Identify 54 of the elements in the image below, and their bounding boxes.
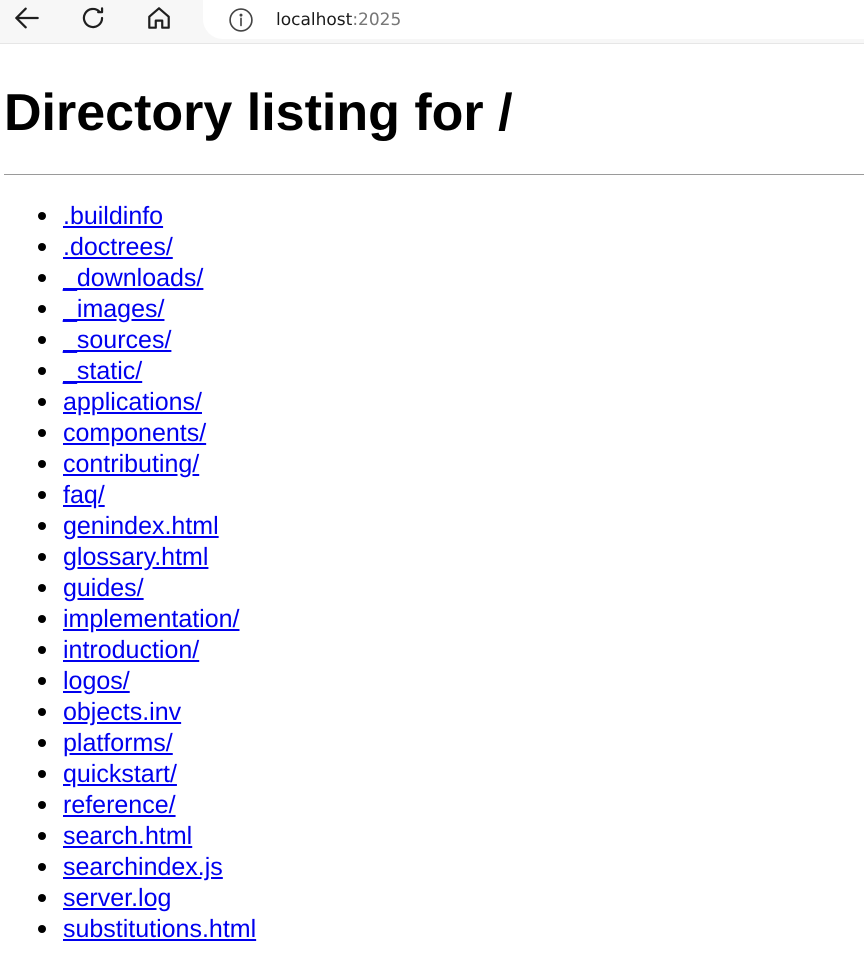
bullet-icon [38, 646, 46, 654]
bullet-icon [38, 584, 46, 592]
file-link[interactable]: faq/ [63, 480, 105, 510]
address-bar[interactable]: localhost:2025 [203, 0, 864, 39]
bullet-icon [38, 490, 46, 498]
bullet-icon [38, 894, 46, 902]
file-link[interactable]: introduction/ [63, 634, 200, 664]
file-link[interactable]: _images/ [63, 294, 164, 324]
file-link[interactable]: applications/ [63, 386, 202, 416]
bullet-icon [38, 428, 46, 436]
bullet-icon [38, 274, 46, 282]
file-link[interactable]: substitutions.html [63, 914, 256, 944]
bullet-icon [38, 398, 46, 406]
file-link[interactable]: objects.inv [63, 696, 182, 726]
bullet-icon [38, 738, 46, 746]
bullet-icon [38, 676, 46, 684]
bullet-icon [38, 336, 46, 344]
file-link[interactable]: reference/ [63, 790, 176, 820]
file-link[interactable]: _sources/ [63, 324, 172, 354]
back-arrow-icon [15, 7, 39, 29]
file-link[interactable]: platforms/ [63, 728, 173, 758]
bullet-icon [38, 304, 46, 312]
file-link[interactable]: glossary.html [63, 542, 208, 572]
bullet-icon [38, 708, 46, 716]
file-link[interactable]: .buildinfo [63, 200, 164, 230]
page-heading: Directory listing for / [4, 83, 514, 143]
file-link[interactable]: contributing/ [63, 448, 200, 478]
file-link[interactable]: searchindex.js [63, 852, 223, 882]
bullet-icon [38, 614, 46, 622]
file-link[interactable]: search.html [63, 820, 192, 850]
bullet-icon [38, 832, 46, 840]
file-link[interactable]: logos/ [63, 666, 130, 696]
file-link[interactable]: quickstart/ [63, 758, 177, 788]
file-link[interactable]: implementation/ [63, 604, 240, 634]
file-link[interactable]: .doctrees/ [63, 232, 173, 262]
bullet-icon [38, 924, 46, 932]
file-link[interactable]: _downloads/ [63, 262, 204, 292]
bullet-icon [38, 800, 46, 808]
bullet-icon [38, 862, 46, 870]
file-link[interactable]: components/ [63, 418, 206, 448]
home-icon [147, 7, 171, 29]
info-icon [229, 8, 253, 32]
reload-icon [81, 7, 105, 29]
file-link[interactable]: genindex.html [63, 510, 219, 540]
bullet-icon [38, 460, 46, 468]
bullet-icon [38, 770, 46, 778]
bullet-icon [38, 552, 46, 560]
file-link[interactable]: _static/ [63, 356, 142, 386]
bullet-icon [38, 366, 46, 374]
bullet-icon [38, 242, 46, 250]
file-link[interactable]: guides/ [63, 572, 144, 602]
file-link[interactable]: server.log [63, 882, 172, 912]
bullet-icon [38, 212, 46, 220]
bullet-icon [38, 522, 46, 530]
